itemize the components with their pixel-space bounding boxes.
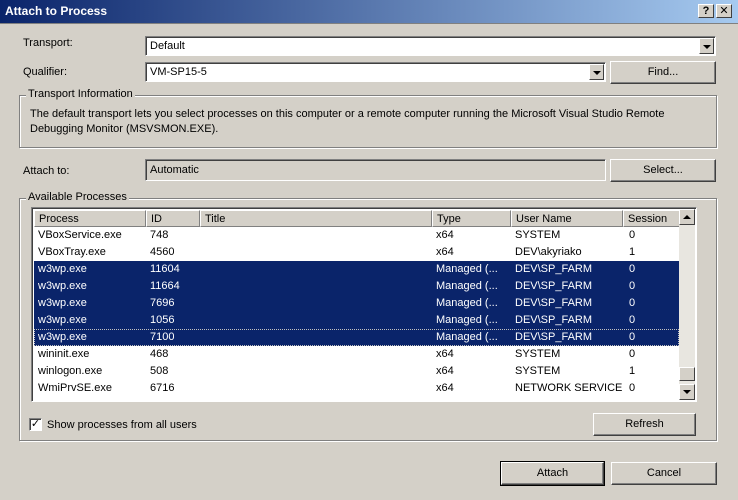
process-session: 1 [629, 246, 636, 258]
table-row[interactable]: w3wp.exe 7696 Managed (... DEV\SP_FARM 0 [34, 295, 679, 312]
process-name: winlogon.exe [38, 365, 103, 377]
process-user: DEV\SP_FARM [515, 314, 593, 326]
process-type: Managed (... [436, 331, 498, 343]
table-row[interactable]: w3wp.exe 1056 Managed (... DEV\SP_FARM 0 [34, 312, 679, 329]
process-id: 7100 [150, 331, 175, 343]
process-user: DEV\akyriako [515, 246, 582, 258]
select-button[interactable]: Select... [610, 159, 716, 182]
qualifier-value: VM-SP15-5 [150, 66, 207, 78]
process-type: x64 [436, 246, 454, 258]
process-user: SYSTEM [515, 229, 561, 241]
transport-info-group: Transport Information The default transp… [19, 88, 717, 148]
process-id: 11604 [150, 263, 180, 275]
find-button[interactable]: Find... [610, 61, 716, 84]
show-all-users-checkbox[interactable]: ✓ [29, 418, 42, 431]
column-header-user-name[interactable]: User Name [511, 210, 623, 227]
process-type: x64 [436, 365, 454, 377]
process-name: w3wp.exe [38, 280, 87, 292]
process-user: SYSTEM [515, 365, 561, 377]
scroll-up-icon[interactable] [679, 209, 695, 225]
process-session: 0 [629, 263, 636, 275]
process-id: 7696 [150, 297, 175, 309]
process-type: Managed (... [436, 280, 498, 292]
help-button[interactable]: ? [698, 4, 714, 18]
process-user: DEV\SP_FARM [515, 331, 593, 343]
process-user: DEV\SP_FARM [515, 297, 593, 309]
process-id: 508 [150, 365, 169, 377]
process-name: VBoxService.exe [38, 229, 122, 241]
process-type: Managed (... [436, 263, 498, 275]
process-name: w3wp.exe [38, 263, 87, 275]
process-name: w3wp.exe [38, 314, 87, 326]
attach-to-label: Attach to: [23, 165, 70, 177]
table-row[interactable]: VBoxService.exe 748 x64 SYSTEM 0 [34, 227, 679, 244]
process-list-scrollbar[interactable] [679, 209, 695, 400]
process-name: w3wp.exe [38, 297, 87, 309]
process-user: SYSTEM [515, 348, 561, 360]
attach-to-field: Automatic [145, 159, 606, 181]
table-row[interactable]: w3wp.exe 11604 Managed (... DEV\SP_FARM … [34, 261, 679, 278]
process-name: wininit.exe [38, 348, 90, 360]
transport-info-title: Transport Information [26, 88, 135, 100]
transport-value: Default [150, 40, 185, 52]
process-user: DEV\SP_FARM [515, 280, 593, 292]
available-processes-title: Available Processes [26, 191, 129, 203]
process-user: DEV\SP_FARM [515, 263, 593, 275]
process-rows: VBoxService.exe 748 x64 SYSTEM 0 VBoxTra… [34, 227, 679, 401]
process-type: Managed (... [436, 297, 498, 309]
table-row[interactable]: wininit.exe 468 x64 SYSTEM 0 [34, 346, 679, 363]
window-title: Attach to Process [5, 4, 108, 18]
table-row[interactable]: w3wp.exe 11664 Managed (... DEV\SP_FARM … [34, 278, 679, 295]
transport-info-text: The default transport lets you select pr… [30, 108, 665, 135]
close-button[interactable]: ✕ [716, 4, 732, 18]
transport-combo[interactable]: Default [145, 36, 716, 56]
title-bar: Attach to Process ? ✕ [0, 0, 738, 24]
process-session: 0 [629, 229, 636, 241]
process-id: 11664 [150, 280, 180, 292]
column-header-process[interactable]: Process [34, 210, 146, 227]
column-header-session[interactable]: Session [623, 210, 681, 227]
cancel-button[interactable]: Cancel [611, 462, 717, 485]
column-header-id[interactable]: ID [146, 210, 200, 227]
process-name: WmiPrvSE.exe [38, 382, 112, 394]
process-session: 1 [629, 365, 636, 377]
process-type: Managed (... [436, 314, 498, 326]
column-header-type[interactable]: Type [432, 210, 511, 227]
process-session: 0 [629, 297, 636, 309]
table-row[interactable]: VBoxTray.exe 4560 x64 DEV\akyriako 1 [34, 244, 679, 261]
process-session: 0 [629, 314, 636, 326]
process-session: 0 [629, 331, 636, 343]
attach-button[interactable]: Attach [500, 461, 605, 486]
process-name: w3wp.exe [38, 331, 87, 343]
process-type: x64 [436, 229, 454, 241]
process-session: 0 [629, 382, 636, 394]
chevron-down-icon[interactable] [589, 64, 604, 80]
process-id: 1056 [150, 314, 175, 326]
table-row[interactable]: WmiPrvSE.exe 6716 x64 NETWORK SERVICE 0 [34, 380, 679, 397]
process-list-header: Process ID Title Type User Name Session [34, 210, 681, 227]
chevron-down-icon[interactable] [699, 38, 714, 54]
refresh-button[interactable]: Refresh [593, 413, 696, 436]
process-name: VBoxTray.exe [38, 246, 106, 258]
process-session: 0 [629, 280, 636, 292]
show-all-users-label[interactable]: Show processes from all users [47, 419, 197, 431]
process-type: x64 [436, 348, 454, 360]
column-header-title[interactable]: Title [200, 210, 432, 227]
process-id: 468 [150, 348, 169, 360]
table-row[interactable]: winlogon.exe 508 x64 SYSTEM 1 [34, 363, 679, 380]
process-list[interactable]: Process ID Title Type User Name Session … [31, 207, 697, 402]
qualifier-combo[interactable]: VM-SP15-5 [145, 62, 606, 82]
process-type: x64 [436, 382, 454, 394]
process-user: NETWORK SERVICE [515, 382, 623, 394]
process-id: 748 [150, 229, 169, 241]
scroll-down-icon[interactable] [679, 384, 695, 400]
attach-to-value: Automatic [150, 164, 199, 176]
transport-label: Transport: [23, 37, 73, 49]
table-row[interactable]: w3wp.exe 7100 Managed (... DEV\SP_FARM 0 [34, 329, 679, 346]
scrollbar-thumb[interactable] [679, 367, 695, 381]
process-session: 0 [629, 348, 636, 360]
qualifier-label: Qualifier: [23, 66, 68, 78]
process-id: 4560 [150, 246, 175, 258]
process-id: 6716 [150, 382, 175, 394]
